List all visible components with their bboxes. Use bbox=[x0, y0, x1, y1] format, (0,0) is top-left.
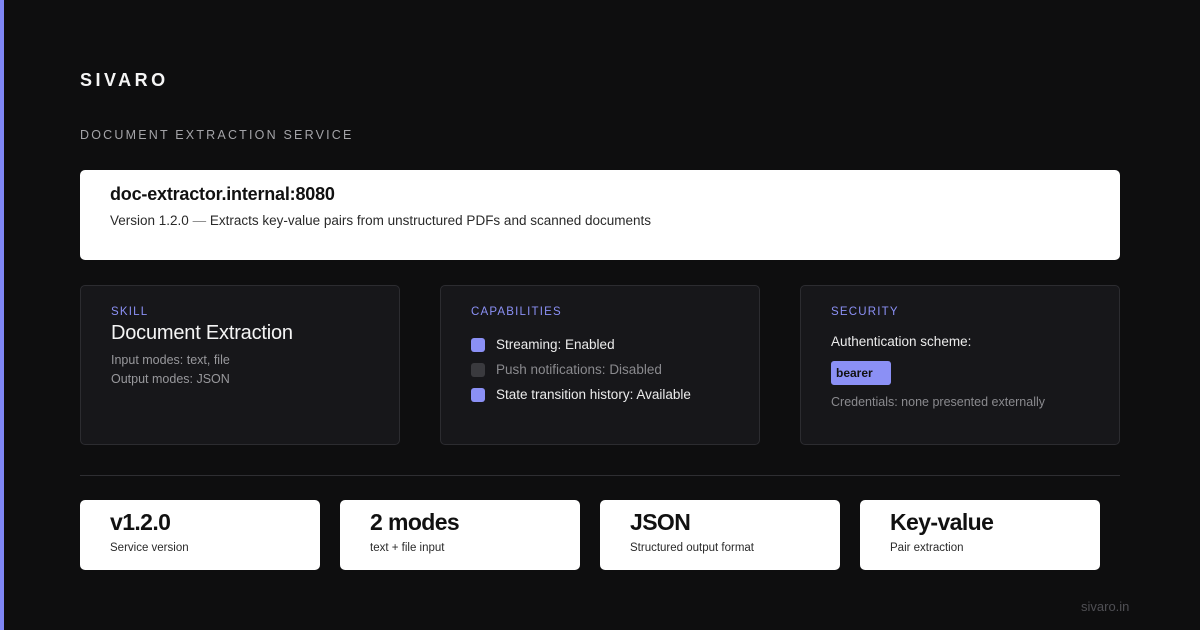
checkbox-unchecked-icon bbox=[471, 362, 485, 377]
endpoint-card: doc-extractor.internal:8080 Version 1.2.… bbox=[80, 170, 1120, 260]
stat-value: 2 modes bbox=[370, 509, 460, 535]
stat-card-version: v1.2.0 Service version bbox=[80, 500, 320, 570]
capability-text: State transition history: Available bbox=[496, 387, 691, 402]
separator-dash: — bbox=[192, 213, 207, 228]
accent-bar bbox=[0, 0, 4, 630]
stat-card-modes: 2 modes text + file input bbox=[340, 500, 580, 570]
section-divider bbox=[80, 475, 1120, 476]
capability-item: Push notifications: Disabled bbox=[471, 357, 729, 382]
stat-label: Pair extraction bbox=[890, 542, 964, 554]
security-panel-label: SECURITY bbox=[831, 306, 899, 318]
capabilities-panel: CAPABILITIES Streaming: Enabled Push not… bbox=[440, 285, 760, 445]
capability-text: Streaming: Enabled bbox=[496, 337, 615, 352]
skill-panel: SKILL Document Extraction Input modes: t… bbox=[80, 285, 400, 445]
stat-card-output: JSON Structured output format bbox=[600, 500, 840, 570]
checkbox-checked-icon bbox=[471, 337, 485, 352]
capability-item: State transition history: Available bbox=[471, 382, 729, 407]
stat-value: v1.2.0 bbox=[110, 509, 171, 535]
stat-label: Structured output format bbox=[630, 542, 755, 554]
stat-label: text + file input bbox=[370, 542, 445, 554]
endpoint-host: doc-extractor.internal:8080 bbox=[110, 184, 335, 204]
auth-scheme-badge: bearer bbox=[831, 361, 891, 385]
stat-card-extraction: Key-value Pair extraction bbox=[860, 500, 1100, 570]
capability-item: Streaming: Enabled bbox=[471, 332, 729, 357]
stat-value: Key-value bbox=[890, 509, 994, 535]
input-modes: Input modes: text, file bbox=[111, 353, 230, 367]
stat-label: Service version bbox=[110, 542, 189, 554]
credentials-text: Credentials: none presented externally bbox=[831, 395, 1046, 409]
capabilities-panel-label: CAPABILITIES bbox=[471, 306, 562, 318]
page-subtitle: DOCUMENT EXTRACTION SERVICE bbox=[80, 128, 354, 142]
security-panel: SECURITY Authentication scheme: bearer C… bbox=[800, 285, 1120, 445]
auth-scheme-label: Authentication scheme: bbox=[831, 334, 972, 349]
output-modes: Output modes: JSON bbox=[111, 372, 230, 386]
description-text: Extracts key-value pairs from unstructur… bbox=[209, 213, 652, 228]
skill-name: Document Extraction bbox=[111, 322, 293, 344]
stat-value: JSON bbox=[630, 509, 691, 535]
skill-panel-label: SKILL bbox=[111, 306, 149, 318]
footer-domain: sivaro.in bbox=[1081, 599, 1130, 614]
brand-logo: SIVARO bbox=[80, 70, 169, 90]
checkbox-checked-icon bbox=[471, 387, 485, 402]
endpoint-description: Version 1.2.0 — Extracts key-value pairs… bbox=[110, 213, 1090, 228]
version-text: Version 1.2.0 bbox=[110, 213, 189, 228]
capability-text: Push notifications: Disabled bbox=[496, 362, 662, 377]
capabilities-list: Streaming: Enabled Push notifications: D… bbox=[471, 332, 729, 407]
